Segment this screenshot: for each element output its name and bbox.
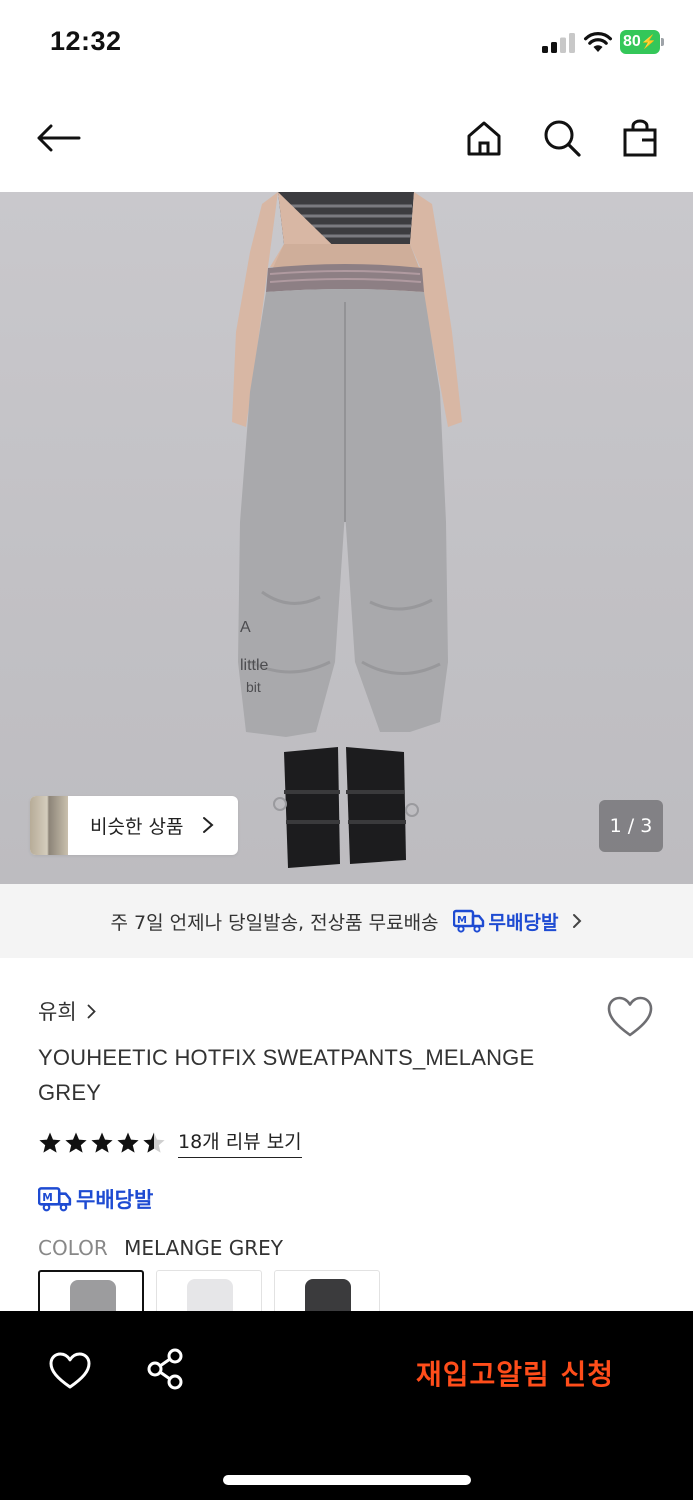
product-name: YOUHEETIC HOTFIX SWEATPANTS_MELANGE GREY [38, 1045, 535, 1105]
free-delivery-badge: M 무배당발 [38, 1184, 153, 1214]
restock-alert-button[interactable]: 재입고알림 신청 [380, 1345, 650, 1401]
brand-name: 유희 [38, 1000, 77, 1024]
star-filled-icon [39, 1132, 61, 1153]
shipping-banner-text: 주 7일 언제나 당일발송, 전상품 무료배송 [110, 911, 439, 934]
cart-button[interactable] [610, 100, 670, 176]
star-filled-icon [91, 1132, 113, 1153]
delivery-truck-icon: M [452, 909, 484, 933]
home-indicator [223, 1475, 471, 1485]
svg-text:M: M [457, 915, 467, 926]
chevron-right-icon [87, 1004, 96, 1018]
rating-row: 18개 리뷰 보기 [38, 1127, 302, 1158]
star-half-icon [143, 1132, 165, 1153]
wishlist-heart-icon[interactable] [48, 1351, 92, 1391]
status-time: 12:32 [50, 26, 122, 56]
bottom-action-bar: 재입고알림 신청 [0, 1311, 693, 1500]
wifi-icon [584, 32, 612, 52]
color-row: COLOR MELANGE GREY [38, 1236, 283, 1260]
chevron-right-icon [203, 817, 214, 833]
color-label: COLOR [38, 1236, 108, 1260]
svg-text:little: little [240, 657, 269, 674]
shipping-banner[interactable]: 주 7일 언제나 당일발송, 전상품 무료배송 M 무배당발 [0, 884, 693, 958]
star-filled-icon [65, 1132, 87, 1153]
shopping-bag-icon [623, 119, 657, 157]
svg-text:bit: bit [246, 679, 261, 695]
top-nav [0, 100, 693, 176]
status-bar: 12:32 80⚡ [0, 0, 693, 88]
product-image-carousel[interactable]: A little bit 비슷한 상품 1 / 3 [0, 192, 693, 884]
image-page-indicator: 1 / 3 [599, 800, 663, 852]
back-button[interactable] [28, 100, 88, 176]
battery-icon: 80⚡ [620, 30, 664, 54]
similar-products-label: 비슷한 상품 [90, 816, 184, 838]
star-filled-icon [117, 1132, 139, 1153]
wishlist-heart-icon[interactable] [606, 995, 654, 1039]
home-button[interactable] [454, 100, 514, 176]
brand-link[interactable]: 유희 [38, 996, 96, 1026]
search-icon [544, 120, 581, 157]
home-icon [467, 121, 501, 156]
review-link[interactable]: 18개 리뷰 보기 [178, 1127, 302, 1158]
color-value: MELANGE GREY [124, 1236, 284, 1260]
similar-products-button[interactable]: 비슷한 상품 [30, 796, 238, 855]
cellular-signal-icon [542, 33, 575, 53]
free-delivery-label: 무배당발 [76, 1188, 154, 1212]
chevron-right-icon [573, 914, 582, 928]
rating-stars [38, 1131, 168, 1155]
free-delivery-badge: M 무배당발 [452, 908, 559, 935]
share-icon[interactable] [144, 1347, 188, 1391]
product-photo: A little bit [232, 192, 462, 868]
svg-text:M: M [42, 1191, 53, 1204]
search-button[interactable] [532, 100, 592, 176]
free-delivery-label: 무배당발 [488, 911, 559, 934]
similar-product-thumbnail [30, 796, 68, 855]
arrow-left-icon [37, 124, 81, 152]
battery-level: 80 [623, 33, 641, 50]
delivery-truck-icon: M [38, 1187, 72, 1212]
svg-text:A: A [240, 619, 251, 636]
